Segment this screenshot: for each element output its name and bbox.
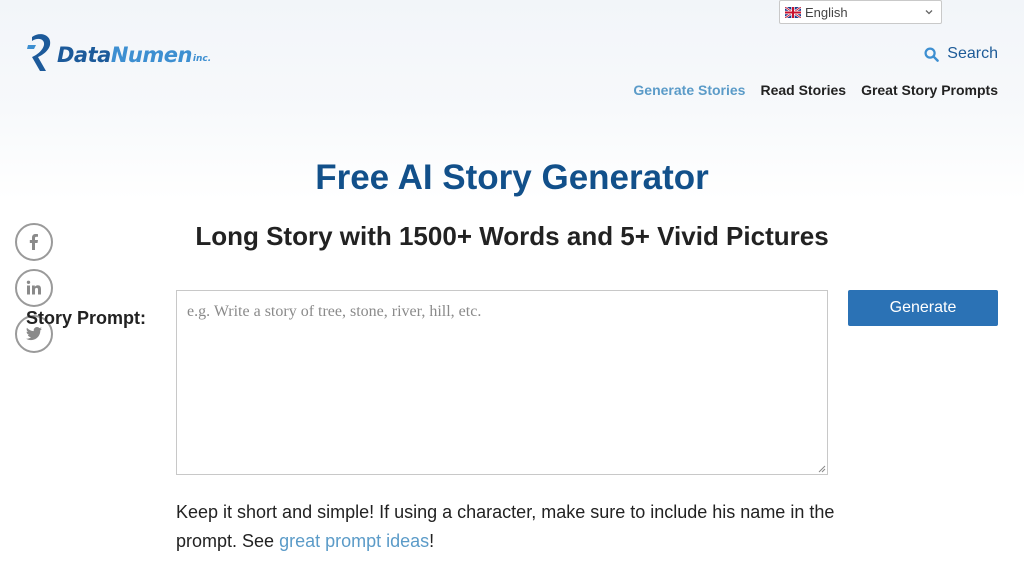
nav-great-story-prompts[interactable]: Great Story Prompts xyxy=(861,82,998,98)
logo-text: DataNumen xyxy=(57,43,192,67)
facebook-icon xyxy=(29,234,38,250)
hint-end: ! xyxy=(429,531,435,551)
linkedin-share-button[interactable] xyxy=(15,269,53,307)
facebook-share-button[interactable] xyxy=(15,223,53,261)
chevron-down-icon xyxy=(925,10,933,15)
story-prompt-input[interactable] xyxy=(176,290,828,475)
search-icon xyxy=(924,46,940,62)
story-prompt-label: Story Prompt: xyxy=(26,308,147,328)
linkedin-icon xyxy=(26,280,41,295)
hint-text: Keep it short and simple! If using a cha… xyxy=(176,502,835,551)
nav-read-stories[interactable]: Read Stories xyxy=(760,82,846,98)
language-select[interactable]: English xyxy=(779,0,942,24)
logo-mark-icon xyxy=(27,34,51,71)
page-subtitle: Long Story with 1500+ Words and 5+ Vivid… xyxy=(195,221,829,251)
logo-suffix: inc. xyxy=(192,54,212,64)
search-link[interactable]: Search xyxy=(924,45,998,63)
datanumen-logo[interactable]: DataNumen inc. xyxy=(26,30,238,74)
generate-button[interactable]: Generate xyxy=(848,290,998,326)
prompt-hint: Keep it short and simple! If using a cha… xyxy=(176,498,856,556)
resize-grip-icon[interactable] xyxy=(816,463,826,473)
main-nav: Generate Stories Read Stories Great Stor… xyxy=(633,82,998,98)
uk-flag-icon xyxy=(785,6,801,18)
great-prompt-ideas-link[interactable]: great prompt ideas xyxy=(279,531,429,551)
page-title: Free AI Story Generator xyxy=(315,158,709,197)
language-label: English xyxy=(805,4,848,20)
search-label: Search xyxy=(947,45,998,62)
nav-generate-stories[interactable]: Generate Stories xyxy=(633,82,745,98)
